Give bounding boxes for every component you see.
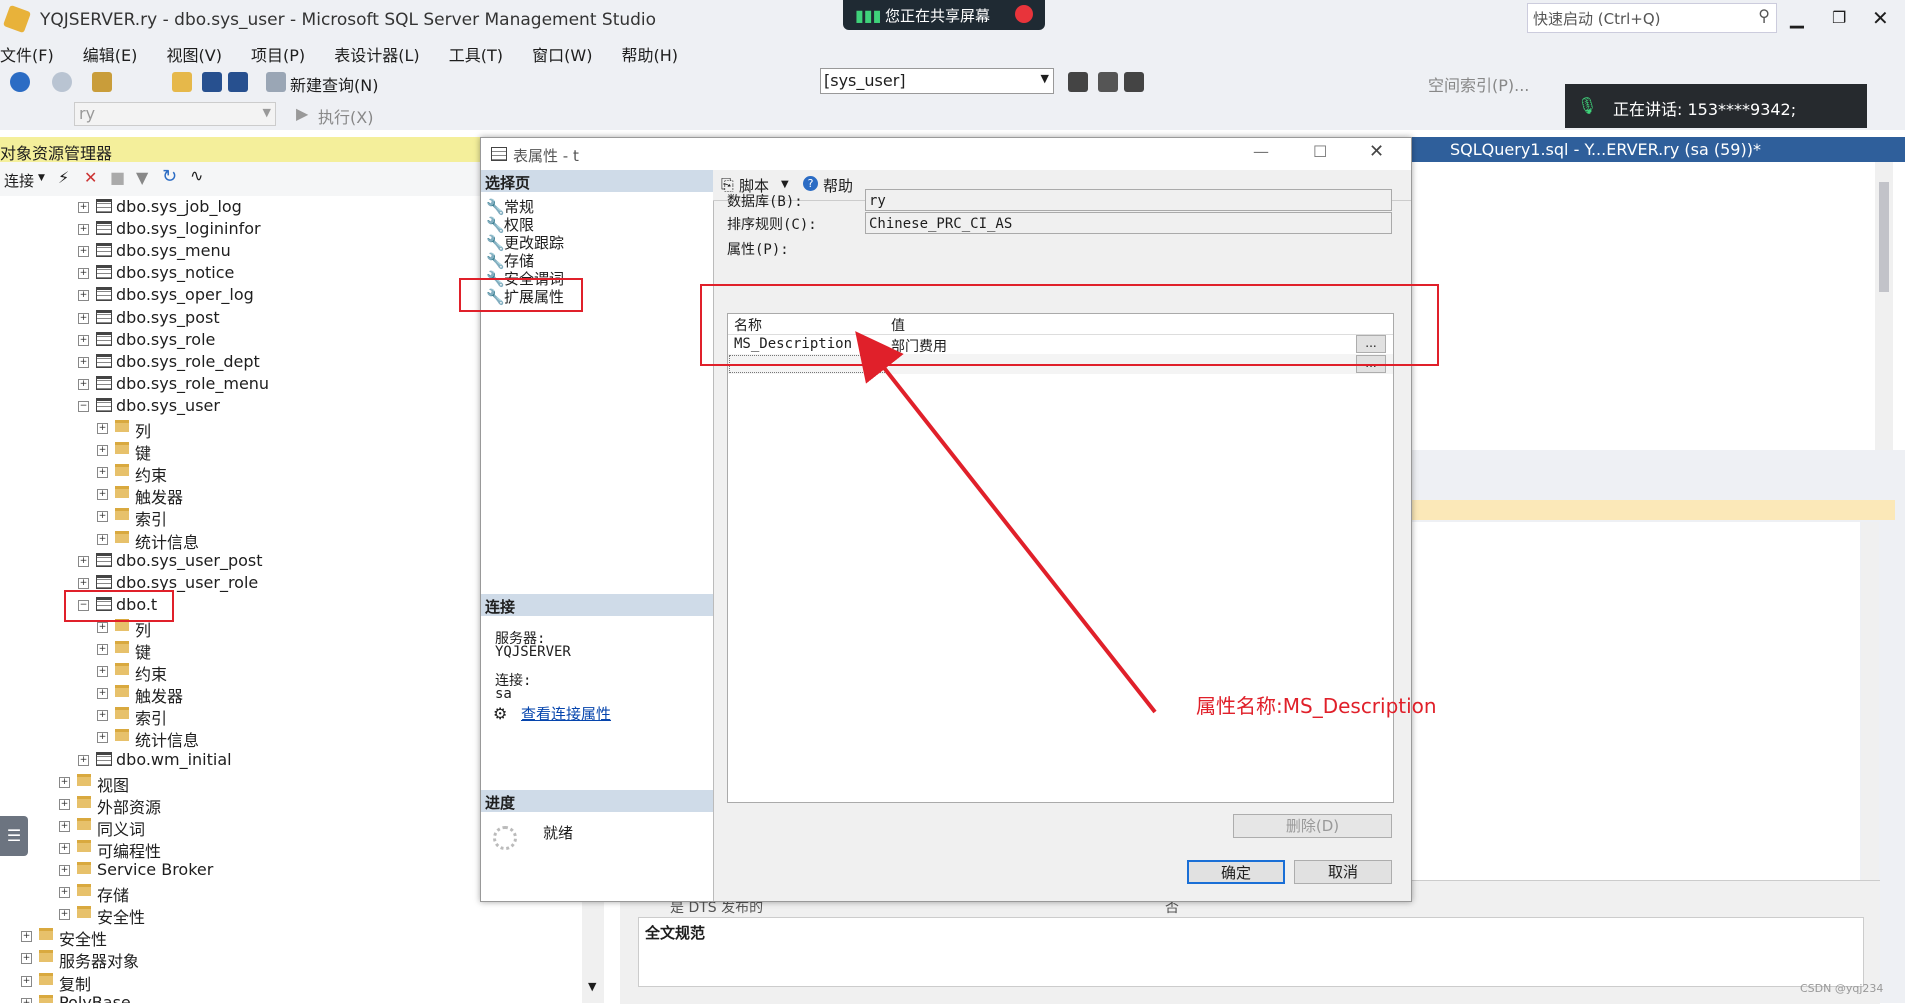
annotation-text: 属性名称:MS_Description [1196,694,1437,718]
annotation-arrow-line [855,331,1157,714]
watermark: CSDN @yqj234 [1800,982,1884,995]
annotation-arrow [855,331,1157,714]
